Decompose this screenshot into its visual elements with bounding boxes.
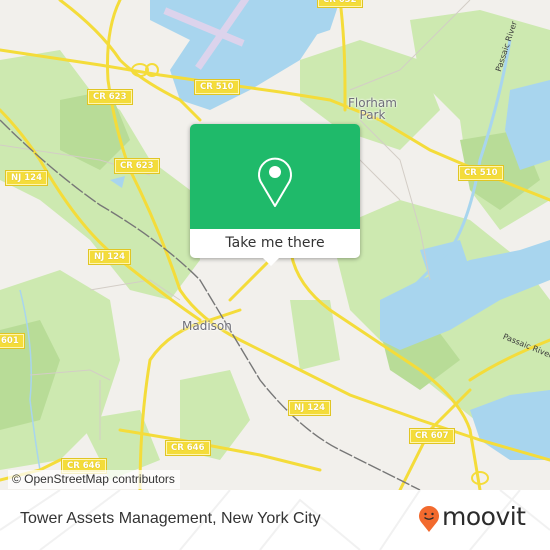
road-shield: NJ 124	[88, 249, 131, 265]
road-shield: CR 510	[194, 79, 240, 95]
map[interactable]: Florham Park Madison CR 632 CR 510 CR 62…	[0, 0, 550, 490]
map-attribution[interactable]: © OpenStreetMap contributors	[8, 470, 180, 489]
road-shield: 601	[0, 333, 25, 349]
moovit-wordmark: moovit	[442, 502, 526, 531]
road-shield: NJ 124	[5, 170, 48, 186]
place-label-florham-park: Florham Park	[348, 97, 397, 121]
footer-bar: Tower Assets Management, New York City m…	[0, 490, 550, 550]
moovit-pin-icon	[419, 506, 439, 532]
road-shield: CR 510	[458, 165, 504, 181]
place-name-line2: Park	[359, 108, 386, 122]
road-shield: CR 607	[409, 428, 455, 444]
road-shield: CR 623	[114, 158, 160, 174]
popup-pointer	[263, 258, 279, 266]
destination-popup: Take me there	[190, 124, 360, 266]
road-shield: CR 632	[317, 0, 363, 8]
location-pin-icon	[258, 157, 292, 207]
road-shield: CR 623	[87, 89, 133, 105]
place-label-madison: Madison	[182, 319, 232, 333]
road-shield: NJ 124	[288, 400, 331, 416]
road-shield: CR 646	[165, 440, 211, 456]
take-me-there-button[interactable]: Take me there	[190, 229, 360, 258]
location-title: Tower Assets Management, New York City	[20, 510, 321, 527]
